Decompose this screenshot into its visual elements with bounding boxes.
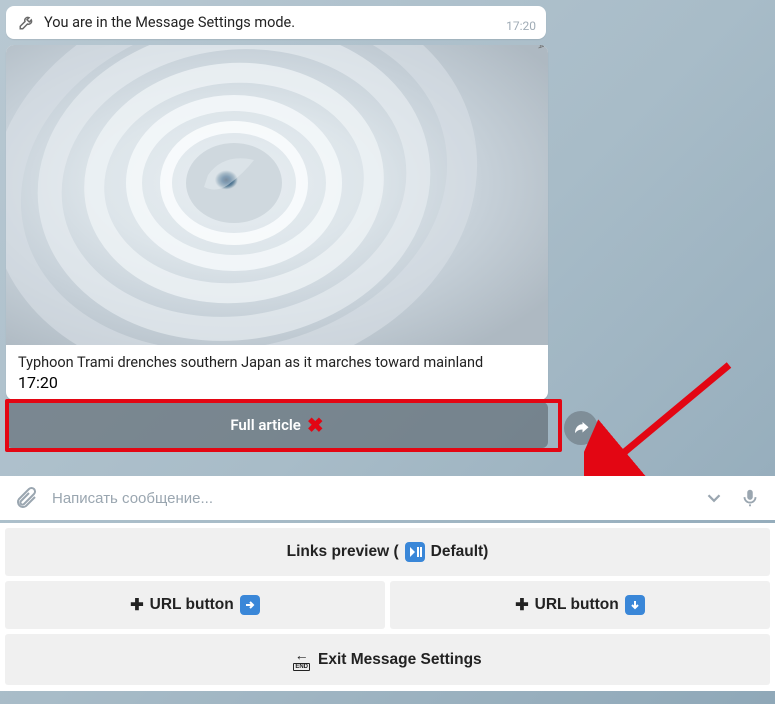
article-image [6,45,548,345]
reply-keyboard: Links preview ( Default) ✚ URL button ✚ … [0,523,775,691]
url-button-label: URL button [150,596,234,614]
system-message-text: You are in the Message Settings mode. [44,14,295,31]
mic-icon [739,487,761,509]
share-icon [572,419,590,437]
links-preview-suffix: Default) [431,543,489,561]
article-caption: Typhoon Trami drenches southern Japan as… [18,353,536,373]
url-button-down[interactable]: ✚ URL button [390,581,770,629]
system-message-time: 17:20 [506,19,536,33]
arrow-down-icon [625,595,645,615]
wrench-icon [18,13,36,31]
exit-label: Exit Message Settings [318,651,482,669]
plus-icon: ✚ [130,595,143,615]
paperclip-icon [14,486,38,510]
x-icon: ✖ [307,415,324,435]
share-button[interactable] [564,411,598,445]
annotation-arrow [584,355,739,495]
end-icon: ← END [293,648,310,671]
system-message: You are in the Message Settings mode. 17… [6,6,546,39]
mic-button[interactable] [739,487,761,509]
play-pause-icon [405,542,425,562]
compose-input[interactable] [52,490,689,507]
attach-button[interactable] [14,486,38,510]
article-time: 17:20 [18,373,58,392]
full-article-label: Full article [230,416,301,434]
exit-settings-button[interactable]: ← END Exit Message Settings [5,634,770,685]
full-article-button[interactable]: Full article ✖ [6,402,548,448]
plus-icon: ✚ [515,595,528,615]
url-button-label: URL button [535,596,619,614]
arrow-right-icon [240,595,260,615]
commands-button[interactable] [703,487,725,509]
image-credit: ALEXANDER GERST/ESA [536,45,544,49]
url-button-right[interactable]: ✚ URL button [5,581,385,629]
links-preview-button[interactable]: Links preview ( Default) [5,528,770,576]
compose-bar [0,476,775,520]
article-card[interactable]: ALEXANDER GERST/ESA Typhoon Trami drench… [6,45,548,400]
chevron-down-icon [703,487,725,509]
links-preview-label: Links preview ( [287,543,399,561]
